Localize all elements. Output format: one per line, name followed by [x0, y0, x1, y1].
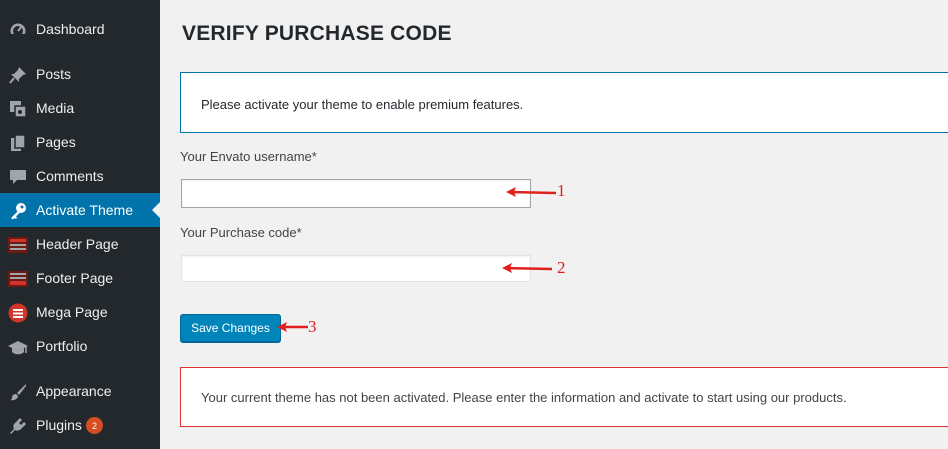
sidebar-item-portfolio[interactable]: Portfolio	[0, 329, 160, 363]
portfolio-icon	[8, 337, 28, 357]
media-icon	[8, 99, 28, 119]
mega-page-icon	[8, 303, 28, 323]
page-title: VERIFY PURCHASE CODE	[182, 22, 452, 45]
annotation-label-3: 3	[308, 317, 317, 336]
error-notice: Your current theme has not been activate…	[180, 367, 948, 427]
pages-icon	[8, 133, 28, 153]
sidebar-item-label: Pages	[36, 134, 76, 150]
sidebar-item-label: Media	[36, 100, 75, 116]
annotation-arrow-2	[502, 263, 553, 273]
sidebar-item-label: Footer Page	[36, 270, 114, 286]
dashboard-icon	[8, 20, 28, 40]
info-notice-text: Please activate your theme to enable pre…	[201, 97, 524, 112]
admin-sidebar: Dashboard Posts Media Pages Comments Act…	[0, 0, 160, 449]
header-page-icon	[8, 235, 28, 255]
annotation-label-2: 2	[557, 258, 566, 277]
sidebar-item-footer-page[interactable]: Footer Page	[0, 261, 160, 295]
annotation-arrow-3	[277, 322, 308, 332]
info-notice: Please activate your theme to enable pre…	[180, 72, 948, 133]
comment-icon	[8, 167, 28, 187]
sidebar-item-label: Comments	[36, 168, 104, 184]
purchase-code-label: Your Purchase code*	[180, 225, 302, 240]
plugin-icon	[8, 416, 28, 436]
sidebar-item-dashboard[interactable]: Dashboard	[0, 12, 160, 46]
sidebar-item-appearance[interactable]: Appearance	[0, 374, 160, 408]
sidebar-item-activate-theme[interactable]: Activate Theme	[0, 193, 160, 227]
save-changes-button[interactable]: Save Changes	[180, 314, 281, 342]
sidebar-item-label: Portfolio	[36, 338, 88, 354]
sidebar-item-posts[interactable]: Posts	[0, 57, 160, 91]
key-icon	[8, 201, 28, 221]
sidebar-item-pages[interactable]: Pages	[0, 125, 160, 159]
sidebar-item-label: Posts	[36, 66, 72, 82]
error-notice-text: Your current theme has not been activate…	[201, 390, 847, 405]
annotation-label-1: 1	[557, 181, 566, 200]
sidebar-item-label: Plugins	[36, 417, 82, 433]
sidebar-item-label: Header Page	[36, 236, 119, 252]
purchase-code-input[interactable]	[181, 255, 531, 282]
sidebar-item-label: Dashboard	[36, 21, 105, 37]
sidebar-item-media[interactable]: Media	[0, 91, 160, 125]
paintbrush-icon	[8, 382, 28, 402]
footer-page-icon	[8, 269, 28, 289]
sidebar-item-plugins[interactable]: Plugins 2	[0, 408, 160, 442]
annotation-arrow-1	[506, 187, 557, 197]
sidebar-item-mega-page[interactable]: Mega Page	[0, 295, 160, 329]
sidebar-item-label: Activate Theme	[36, 202, 134, 218]
pin-icon	[8, 65, 28, 85]
update-count-badge: 2	[86, 417, 103, 434]
sidebar-item-header-page[interactable]: Header Page	[0, 227, 160, 261]
sidebar-item-label: Appearance	[36, 383, 112, 399]
sidebar-item-label: Mega Page	[36, 304, 108, 320]
username-input[interactable]	[181, 179, 531, 208]
sidebar-item-comments[interactable]: Comments	[0, 159, 160, 193]
username-label: Your Envato username*	[180, 149, 317, 164]
